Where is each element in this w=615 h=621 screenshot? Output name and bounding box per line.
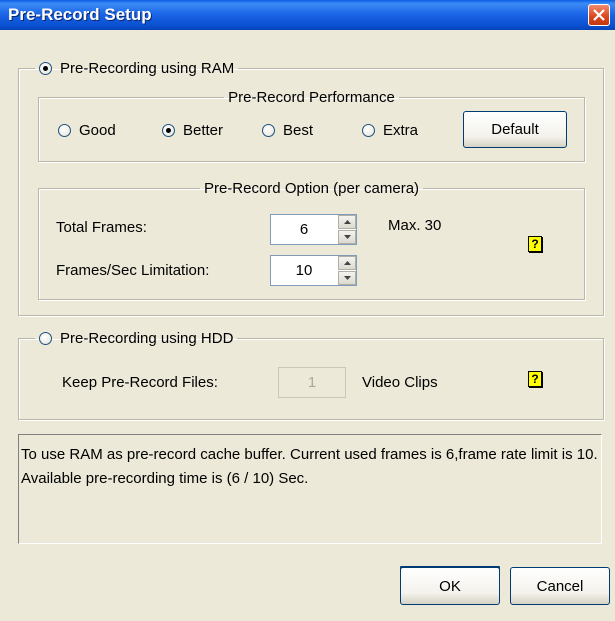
arrow-up-icon [344, 220, 351, 224]
hdd-radio[interactable]: Pre-Recording using HDD [39, 330, 233, 347]
total-frames-up-button[interactable] [338, 215, 356, 229]
video-clips-label: Video Clips [362, 374, 438, 391]
best-radio-indicator [262, 124, 275, 137]
close-button[interactable] [588, 4, 610, 26]
performance-legend: Pre-Record Performance [228, 89, 395, 106]
fps-down-button[interactable] [338, 271, 356, 285]
total-frames-down-button[interactable] [338, 230, 356, 244]
better-label: Better [183, 122, 224, 139]
total-frames-label: Total Frames: [56, 219, 147, 236]
keep-files-input[interactable]: 1 [278, 367, 346, 398]
cancel-button[interactable]: Cancel [510, 567, 610, 605]
title-bar: Pre-Record Setup [0, 0, 615, 30]
total-frames-value[interactable]: 6 [271, 215, 337, 244]
fps-limitation-label: Frames/Sec Limitation: [56, 262, 210, 279]
ok-button[interactable]: OK [400, 567, 500, 605]
ram-radio-label: Pre-Recording using RAM [60, 60, 235, 77]
total-frames-spinner[interactable]: 6 [270, 214, 357, 245]
fps-value[interactable]: 10 [271, 256, 337, 285]
extra-label: Extra [383, 122, 419, 139]
arrow-down-icon [344, 235, 351, 239]
arrow-down-icon [344, 276, 351, 280]
better-radio-indicator [162, 124, 175, 137]
ram-radio-indicator [39, 62, 52, 75]
performance-better-radio[interactable]: Better [162, 122, 223, 139]
hdd-radio-label: Pre-Recording using HDD [60, 330, 234, 347]
fps-up-button[interactable] [338, 256, 356, 270]
info-text-box: To use RAM as pre-record cache buffer. C… [18, 434, 602, 544]
close-icon [593, 9, 605, 21]
keep-files-label: Keep Pre-Record Files: [62, 374, 218, 391]
question-mark-icon[interactable]: ? [528, 371, 542, 387]
ram-radio[interactable]: Pre-Recording using RAM [39, 60, 234, 77]
window-title: Pre-Record Setup [8, 5, 152, 24]
best-label: Best [283, 122, 314, 139]
hdd-radio-indicator [39, 332, 52, 345]
default-button[interactable]: Default [463, 111, 567, 148]
question-mark-icon[interactable]: ? [528, 236, 542, 252]
performance-extra-radio[interactable]: Extra [362, 122, 418, 139]
performance-best-radio[interactable]: Best [262, 122, 313, 139]
max-frames-label: Max. 30 [388, 217, 442, 234]
good-label: Good [79, 122, 116, 139]
arrow-up-icon [344, 261, 351, 265]
extra-radio-indicator [362, 124, 375, 137]
fps-spinner[interactable]: 10 [270, 255, 357, 286]
pre-record-setup-dialog: Pre-Record Setup Pre-Recording using RAM… [0, 0, 615, 621]
good-radio-indicator [58, 124, 71, 137]
performance-good-radio[interactable]: Good [58, 122, 116, 139]
option-legend: Pre-Record Option (per camera) [203, 180, 420, 197]
